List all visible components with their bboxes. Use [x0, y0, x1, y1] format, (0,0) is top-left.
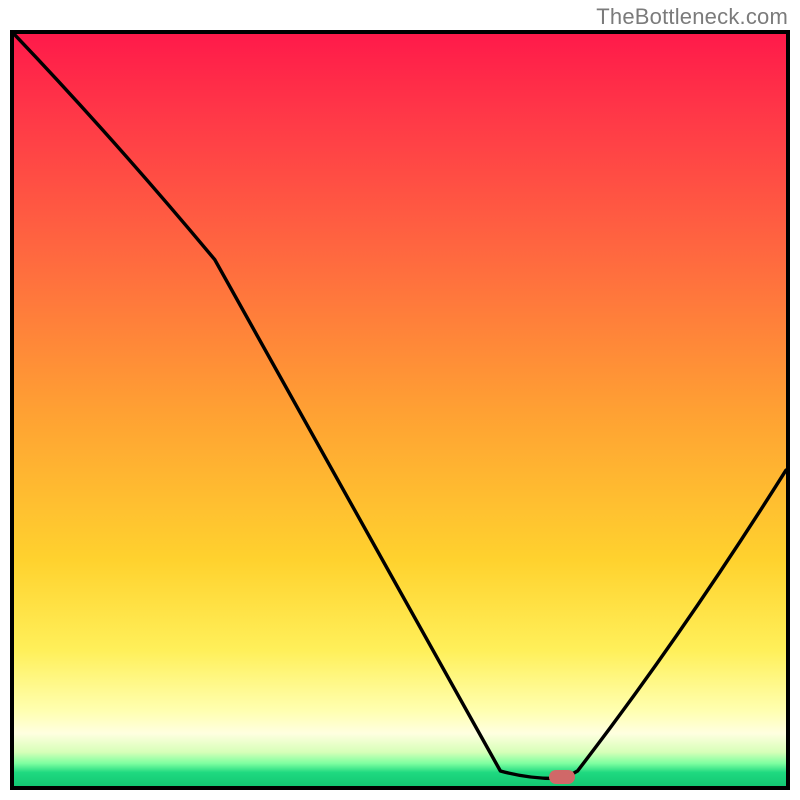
- optimal-marker: [549, 770, 575, 784]
- chart-frame: [10, 30, 790, 790]
- curve-path: [14, 34, 786, 778]
- bottleneck-curve: [14, 34, 786, 786]
- watermark-text: TheBottleneck.com: [596, 4, 788, 30]
